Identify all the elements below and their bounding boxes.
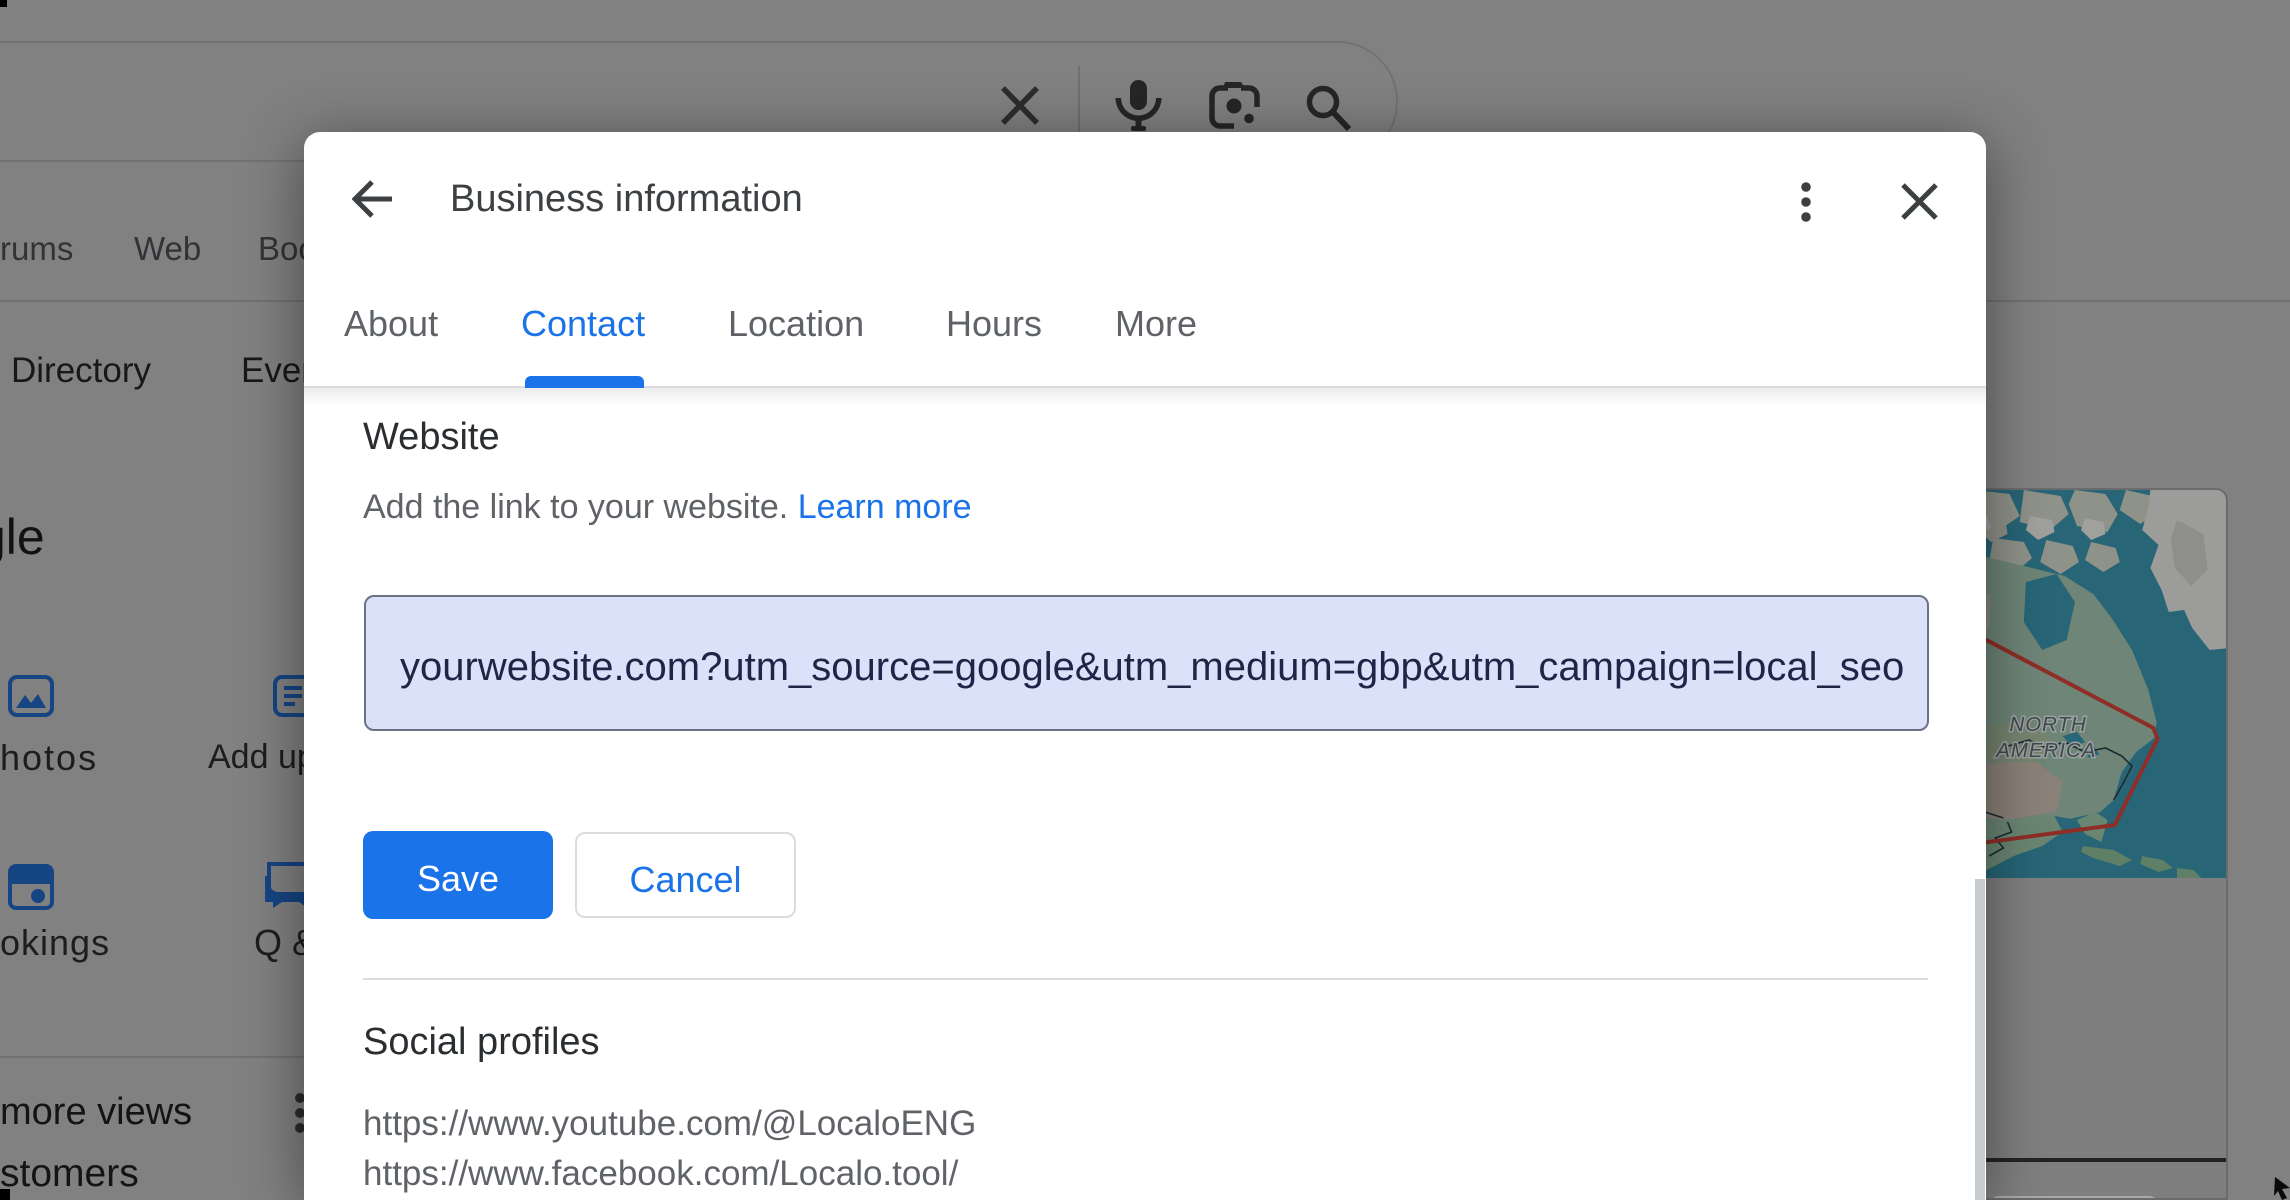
svg-text:NORTH: NORTH	[2010, 714, 2087, 736]
svg-text:AMERICA: AMERICA	[1995, 740, 2096, 762]
